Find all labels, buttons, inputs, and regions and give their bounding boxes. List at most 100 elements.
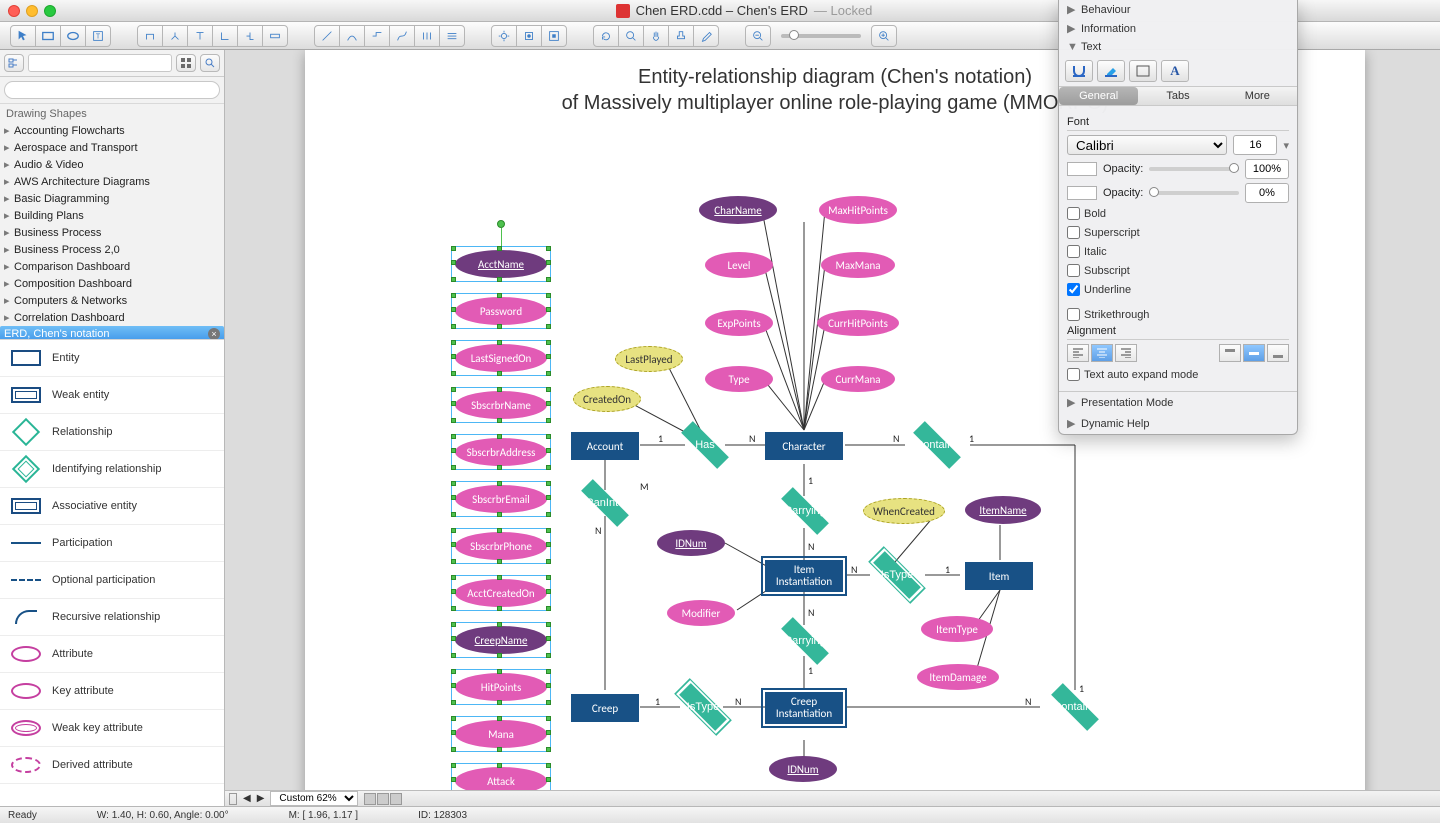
valign-top[interactable] <box>1219 344 1241 362</box>
text-opacity-value[interactable] <box>1245 159 1289 179</box>
font-size-input[interactable] <box>1233 135 1277 155</box>
shape-stencil-optional-participation[interactable]: Optional participation <box>0 562 224 599</box>
tab-more[interactable]: More <box>1218 87 1297 105</box>
line-tool-4[interactable] <box>389 25 415 47</box>
library-category-3[interactable]: ▸AWS Architecture Diagrams <box>0 173 224 190</box>
attr-idnum-creep[interactable]: IDNum <box>769 756 837 782</box>
shape-stencil-key-attribute[interactable]: Key attribute <box>0 673 224 710</box>
stamp-tool[interactable] <box>668 25 694 47</box>
minimize-window-button[interactable] <box>26 5 38 17</box>
library-category-9[interactable]: ▸Composition Dashboard <box>0 275 224 292</box>
page-tabs[interactable] <box>364 793 402 805</box>
library-grid-view[interactable] <box>176 54 196 72</box>
align-center[interactable] <box>1091 344 1113 362</box>
attr-exppoints[interactable]: ExpPoints <box>705 310 773 336</box>
selected-attr-lastsignedon[interactable]: LastSignedOn <box>455 344 547 372</box>
library-search-button[interactable] <box>200 54 220 72</box>
pan-tool[interactable] <box>643 25 669 47</box>
align-right[interactable] <box>1115 344 1137 362</box>
tree-connector-tool-1[interactable] <box>137 25 163 47</box>
attr-createdon[interactable]: CreatedOn <box>573 386 641 412</box>
shape-stencil-derived-attribute[interactable]: Derived attribute <box>0 747 224 784</box>
library-category-5[interactable]: ▸Building Plans <box>0 207 224 224</box>
line-tool-6[interactable] <box>439 25 465 47</box>
checkbox-bold[interactable]: Bold <box>1067 207 1178 220</box>
attr-modifier[interactable]: Modifier <box>667 600 735 626</box>
shape-search-input[interactable] <box>4 81 220 99</box>
attr-maxmana[interactable]: MaxMana <box>821 252 895 278</box>
line-tool-2[interactable] <box>339 25 365 47</box>
attr-maxhitpoints[interactable]: MaxHitPoints <box>819 196 897 224</box>
bg-color-swatch[interactable] <box>1067 186 1097 200</box>
relationship-raninto[interactable]: RanInto <box>575 488 635 518</box>
snap-tool-3[interactable] <box>541 25 567 47</box>
library-category-6[interactable]: ▸Business Process <box>0 224 224 241</box>
valign-middle[interactable] <box>1243 344 1265 362</box>
relationship-istype-2[interactable]: IsType <box>673 692 733 722</box>
line-tool-1[interactable] <box>314 25 340 47</box>
tab-general[interactable]: General <box>1059 87 1138 105</box>
attr-idnum-item[interactable]: IDNum <box>657 530 725 556</box>
selected-attr-acctcreatedon[interactable]: AcctCreatedOn <box>455 579 547 607</box>
library-category-1[interactable]: ▸Aerospace and Transport <box>0 139 224 156</box>
library-category-4[interactable]: ▸Basic Diagramming <box>0 190 224 207</box>
text-font-button[interactable]: A <box>1161 60 1189 82</box>
attr-currhitpoints[interactable]: CurrHitPoints <box>817 310 899 336</box>
font-size-stepper-icon[interactable]: ▾ <box>1283 139 1289 152</box>
attr-type[interactable]: Type <box>705 366 773 392</box>
text-color-swatch[interactable] <box>1067 162 1097 176</box>
bg-opacity-slider[interactable] <box>1149 191 1239 195</box>
text-opacity-slider[interactable] <box>1149 167 1239 171</box>
relationship-contains-2[interactable]: Contains <box>1045 692 1105 722</box>
library-path-input[interactable] <box>28 54 172 72</box>
library-tree-toggle[interactable] <box>4 54 24 72</box>
snap-tool-2[interactable] <box>516 25 542 47</box>
attr-itemdamage[interactable]: ItemDamage <box>917 664 999 690</box>
attr-itemtype[interactable]: ItemType <box>921 616 993 642</box>
entity-character[interactable]: Character <box>765 432 843 460</box>
shape-stencil-attribute[interactable]: Attribute <box>0 636 224 673</box>
selected-attr-password[interactable]: Password <box>455 297 547 325</box>
checkbox-strikethrough[interactable]: Strikethrough <box>1067 308 1178 321</box>
shape-stencil-weak-key-attribute[interactable]: Weak key attribute <box>0 710 224 747</box>
shape-stencil-associative-entity[interactable]: Associative entity <box>0 488 224 525</box>
library-category-2[interactable]: ▸Audio & Video <box>0 156 224 173</box>
tree-connector-tool-5[interactable] <box>237 25 263 47</box>
relationship-contains-1[interactable]: Contains <box>907 430 967 460</box>
zoom-in-button[interactable] <box>871 25 897 47</box>
shape-stencil-weak-entity[interactable]: Weak entity <box>0 377 224 414</box>
weak-entity-item-instantiation[interactable]: Item Instantiation <box>765 560 843 592</box>
tree-connector-tool-6[interactable] <box>262 25 288 47</box>
zoom-window-button[interactable] <box>44 5 56 17</box>
eyedropper-tool[interactable] <box>693 25 719 47</box>
rotation-handle[interactable] <box>497 220 505 228</box>
bg-opacity-value[interactable] <box>1245 183 1289 203</box>
shape-stencil-recursive-relationship[interactable]: Recursive relationship <box>0 599 224 636</box>
line-tool-3[interactable] <box>364 25 390 47</box>
relationship-istype-1[interactable]: IsType <box>867 560 927 590</box>
zoom-out-button[interactable] <box>745 25 771 47</box>
library-active-erd[interactable]: ERD, Chen's notation × <box>0 326 224 339</box>
section-text[interactable]: ▼Text <box>1059 38 1297 56</box>
selected-attr-sbscrbraddress[interactable]: SbscrbrAddress <box>455 438 547 466</box>
align-left[interactable] <box>1067 344 1089 362</box>
tree-connector-tool-4[interactable] <box>212 25 238 47</box>
tree-connector-tool-3[interactable] <box>187 25 213 47</box>
relationship-has[interactable]: Has <box>675 430 735 460</box>
section-dynamic-help[interactable]: ▶Dynamic Help <box>1059 413 1297 434</box>
checkbox-underline[interactable]: Underline <box>1067 283 1178 296</box>
selected-attr-hitpoints[interactable]: HitPoints <box>455 673 547 701</box>
line-tool-5[interactable] <box>414 25 440 47</box>
library-close-icon[interactable]: × <box>208 328 220 339</box>
relationship-carrying-1[interactable]: Carrying <box>775 496 835 526</box>
text-underline-color-button[interactable] <box>1065 60 1093 82</box>
valign-bottom[interactable] <box>1267 344 1289 362</box>
section-behaviour[interactable]: ▶Behaviour <box>1059 0 1297 19</box>
attr-charname[interactable]: CharName <box>699 196 777 224</box>
checkbox-subscript[interactable]: Subscript <box>1067 264 1178 277</box>
shape-stencil-entity[interactable]: Entity <box>0 340 224 377</box>
shape-stencil-participation[interactable]: Participation <box>0 525 224 562</box>
selected-attr-mana[interactable]: Mana <box>455 720 547 748</box>
relationship-carrying-2[interactable]: Carrying <box>775 626 835 656</box>
snap-tool-1[interactable] <box>491 25 517 47</box>
